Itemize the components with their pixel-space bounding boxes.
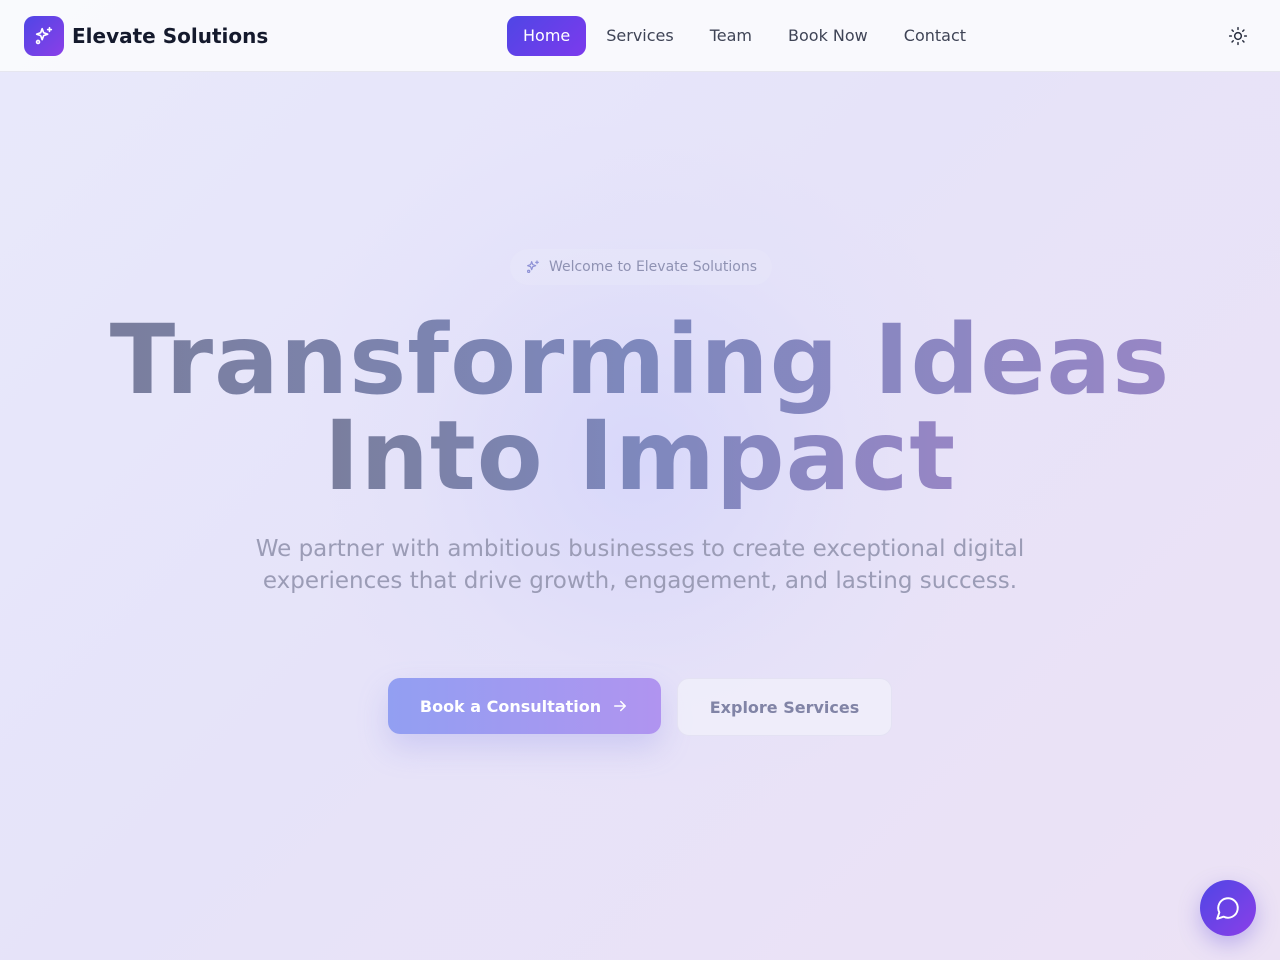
book-consultation-label: Book a Consultation bbox=[419, 696, 602, 716]
nav-book-now[interactable]: Book Now bbox=[772, 16, 884, 56]
book-consultation-button[interactable]: Book a Consultation bbox=[388, 678, 661, 734]
sparkles-icon bbox=[526, 260, 539, 273]
welcome-badge: Welcome to Elevate Solutions bbox=[510, 249, 772, 285]
arrow-right-icon bbox=[614, 700, 627, 712]
nav-home[interactable]: Home bbox=[507, 16, 587, 56]
nav-services[interactable]: Services bbox=[590, 16, 689, 56]
nav-contact[interactable]: Contact bbox=[888, 16, 982, 56]
explore-services-label: Explore Services bbox=[709, 697, 860, 717]
welcome-badge-text: Welcome to Elevate Solutions bbox=[548, 259, 758, 275]
hero-headline: Transforming Ideas Into Impact bbox=[0, 312, 1280, 504]
brand-name: Elevate Solutions bbox=[72, 24, 269, 48]
hero-headline-line2: Into Impact bbox=[323, 400, 957, 512]
nav-team[interactable]: Team bbox=[694, 16, 768, 56]
sparkles-icon bbox=[24, 16, 64, 56]
explore-services-button[interactable]: Explore Services bbox=[677, 678, 892, 736]
main-nav: Home Services Team Book Now Contact bbox=[507, 16, 986, 56]
site-header: Elevate Solutions Home Services Team Boo… bbox=[0, 0, 1280, 72]
chat-button[interactable] bbox=[1200, 880, 1256, 936]
theme-toggle-button[interactable] bbox=[1222, 20, 1254, 52]
brand[interactable]: Elevate Solutions bbox=[24, 16, 268, 56]
hero-subtitle: We partner with ambitious businesses to … bbox=[255, 536, 1025, 594]
chat-bubble-icon bbox=[1216, 897, 1239, 920]
sun-icon bbox=[1228, 26, 1248, 46]
